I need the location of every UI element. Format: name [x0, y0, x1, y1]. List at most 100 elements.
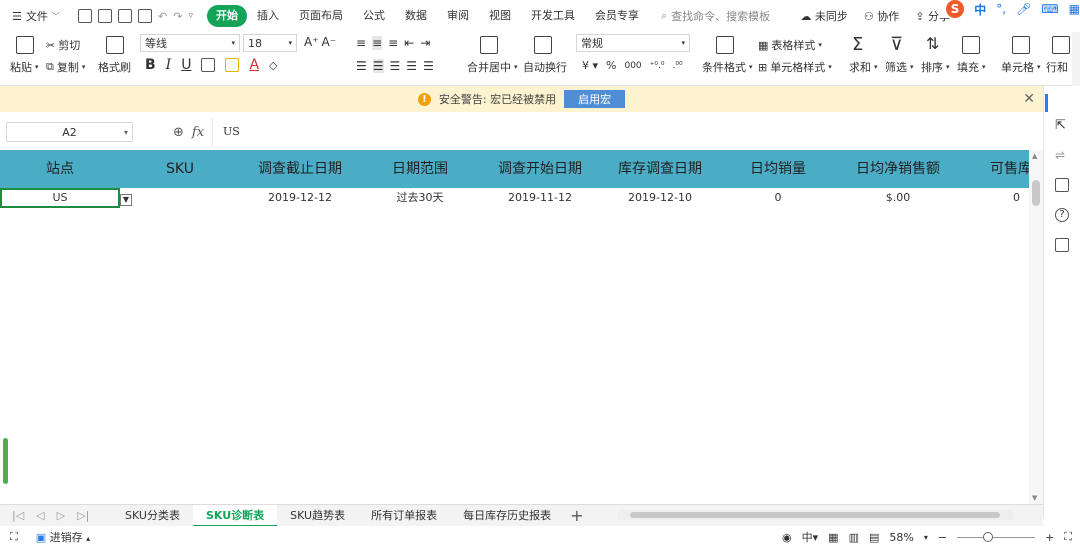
percent-icon[interactable]: % [606, 59, 616, 72]
eye-protection-icon[interactable]: ◉ [782, 531, 792, 544]
sort-button[interactable]: 排序 ▾ [921, 59, 950, 75]
tab-member[interactable]: 会员专享 [585, 5, 649, 27]
page-break-view-icon[interactable]: ▤ [869, 531, 879, 544]
paste-button[interactable]: 粘贴 ▾ [10, 59, 39, 75]
export-pdf-icon[interactable] [98, 9, 112, 23]
indent-increase-icon[interactable]: ⇥ [420, 36, 430, 50]
header-cell[interactable]: SKU [120, 150, 240, 188]
tab-review[interactable]: 审阅 [437, 5, 479, 27]
last-sheet-icon[interactable]: ▷| [77, 509, 89, 522]
help-icon[interactable]: ? [1055, 208, 1069, 222]
microphone-icon[interactable]: 🎤︎ [1016, 2, 1031, 16]
sheet-tab[interactable]: SKU趋势表 [277, 505, 358, 527]
save-icon[interactable] [78, 9, 92, 23]
zoom-out-icon[interactable]: − [938, 531, 947, 544]
sheet-tab[interactable]: 每日库存历史报表 [450, 505, 564, 527]
sync-status[interactable]: ☁ 未同步 [800, 8, 848, 24]
customize-icon[interactable]: ▿ [188, 11, 193, 21]
align-middle-icon[interactable]: ≡ [372, 36, 383, 50]
keyboard-icon[interactable]: ⌨ [1041, 2, 1058, 16]
data-cell[interactable]: $.00 [838, 188, 958, 208]
mode-indicator[interactable]: ▣ 进销存 ▴ [36, 529, 90, 545]
fullscreen-icon[interactable]: ⛶ [1064, 530, 1072, 544]
zoom-in-icon[interactable]: + [1045, 531, 1054, 544]
underline-icon[interactable]: U [181, 57, 191, 73]
header-cell[interactable]: 日均净销售额 [838, 150, 958, 188]
font-grow-shrink[interactable]: A⁺ A⁻ [304, 35, 336, 49]
ime-language[interactable]: 中 [974, 1, 986, 18]
zoom-level[interactable]: 58% [889, 531, 913, 544]
tab-formulas[interactable]: 公式 [353, 5, 395, 27]
tab-data[interactable]: 数据 [395, 5, 437, 27]
header-cell[interactable]: 日期范围 [360, 150, 480, 188]
align-center-icon[interactable]: ☰ [372, 59, 384, 73]
apps-icon[interactable]: ▦ [1069, 2, 1080, 16]
macro-icon[interactable]: ⛶ [10, 530, 18, 544]
fx-icon[interactable]: fx [192, 125, 204, 140]
scroll-up-icon[interactable]: ▲ [1032, 152, 1037, 160]
align-top-icon[interactable]: ≡ [356, 36, 366, 50]
close-icon[interactable]: ✕ [1023, 91, 1035, 107]
zoom-slider[interactable] [957, 531, 1036, 542]
scroll-down-icon[interactable]: ▼ [1032, 494, 1037, 502]
sort-icon[interactable]: ⇅ [926, 34, 939, 53]
vertical-scrollbar[interactable]: ▲ ▼ [1029, 150, 1043, 504]
undo-icon[interactable]: ↶ [158, 10, 167, 23]
justify-icon[interactable]: ☰ [406, 59, 417, 73]
sheet-tab[interactable]: 所有订单报表 [358, 505, 450, 527]
horizontal-scrollbar[interactable] [618, 510, 1013, 520]
thousands-icon[interactable]: 000 [624, 61, 641, 71]
indent-decrease-icon[interactable]: ⇤ [404, 36, 414, 50]
next-sheet-icon[interactable]: ▷ [57, 509, 65, 522]
align-right-icon[interactable]: ☰ [390, 59, 401, 73]
data-cell[interactable] [120, 188, 240, 208]
border-icon[interactable] [201, 58, 216, 72]
tab-page-layout[interactable]: 页面布局 [289, 5, 353, 27]
merge-center-button[interactable]: 合并居中 ▾ [467, 59, 518, 75]
align-left-icon[interactable]: ☰ [356, 59, 367, 73]
zoom-function-icon[interactable]: ⊕ [173, 125, 184, 140]
command-search[interactable]: ⌕ 查找命令、搜索模板 [661, 8, 770, 24]
print-icon[interactable] [118, 9, 132, 23]
redo-icon[interactable]: ↷ [173, 10, 182, 23]
copy-button[interactable]: ⧉ 复制 ▾ [46, 59, 85, 75]
row-col-icon[interactable] [1052, 36, 1070, 54]
number-format-select[interactable]: 常规 ▾ [576, 34, 690, 52]
increase-decimal-icon[interactable]: ⁺⁰.⁰ [650, 61, 665, 71]
dropdown-arrow-icon[interactable]: ▼ [120, 194, 132, 206]
header-cell[interactable]: 站点 [0, 150, 120, 188]
crop-icon[interactable] [1055, 178, 1069, 192]
header-cell[interactable]: 日均销量 [718, 150, 838, 188]
format-painter-button[interactable]: 格式刷 [98, 59, 131, 75]
ribbon-scroll-right[interactable] [1072, 32, 1080, 86]
fill-color-icon[interactable] [225, 58, 240, 72]
conditional-format-button[interactable]: 条件格式 ▾ [702, 59, 753, 75]
page-layout-view-icon[interactable]: ▥ [849, 531, 859, 544]
font-grow-icon[interactable]: A⁺ [304, 35, 319, 49]
merge-icon[interactable] [480, 36, 498, 54]
file-menu[interactable]: ☰ 文件 ﹀ [0, 8, 74, 24]
normal-view-icon[interactable]: ▦ [828, 531, 838, 544]
font-color-icon[interactable]: A [249, 57, 259, 73]
conditional-format-icon[interactable] [716, 36, 734, 54]
header-cell[interactable]: 库存调查日期 [600, 150, 720, 188]
filter-icon[interactable]: ⊽ [890, 34, 903, 55]
distributed-icon[interactable]: ☰ [423, 59, 434, 73]
italic-icon[interactable]: I [166, 57, 172, 73]
data-cell[interactable]: 过去30天 [360, 188, 480, 208]
row-col-button[interactable]: 行和 [1046, 59, 1068, 75]
add-sheet-icon[interactable]: + [570, 506, 583, 525]
data-cell[interactable]: 0 [718, 188, 838, 208]
input-method-icon[interactable]: 中▾ [802, 529, 819, 545]
fill-icon[interactable] [962, 36, 980, 54]
filter-button[interactable]: 筛选 ▾ [885, 59, 914, 75]
collab-button[interactable]: ⚇ 协作 [864, 8, 899, 24]
sum-icon[interactable]: Σ [852, 34, 863, 55]
sheet-grid[interactable]: 站点 SKU 调查截止日期 日期范围 调查开始日期 库存调查日期 日均销量 日均… [0, 150, 1043, 504]
data-cell[interactable]: 2019-11-12 [480, 188, 600, 208]
punctuation-icon[interactable]: °, [996, 2, 1006, 16]
scrollbar-thumb[interactable] [1032, 180, 1040, 206]
cell-icon[interactable] [1012, 36, 1030, 54]
print-preview-icon[interactable] [138, 9, 152, 23]
tab-home[interactable]: 开始 [206, 5, 247, 27]
